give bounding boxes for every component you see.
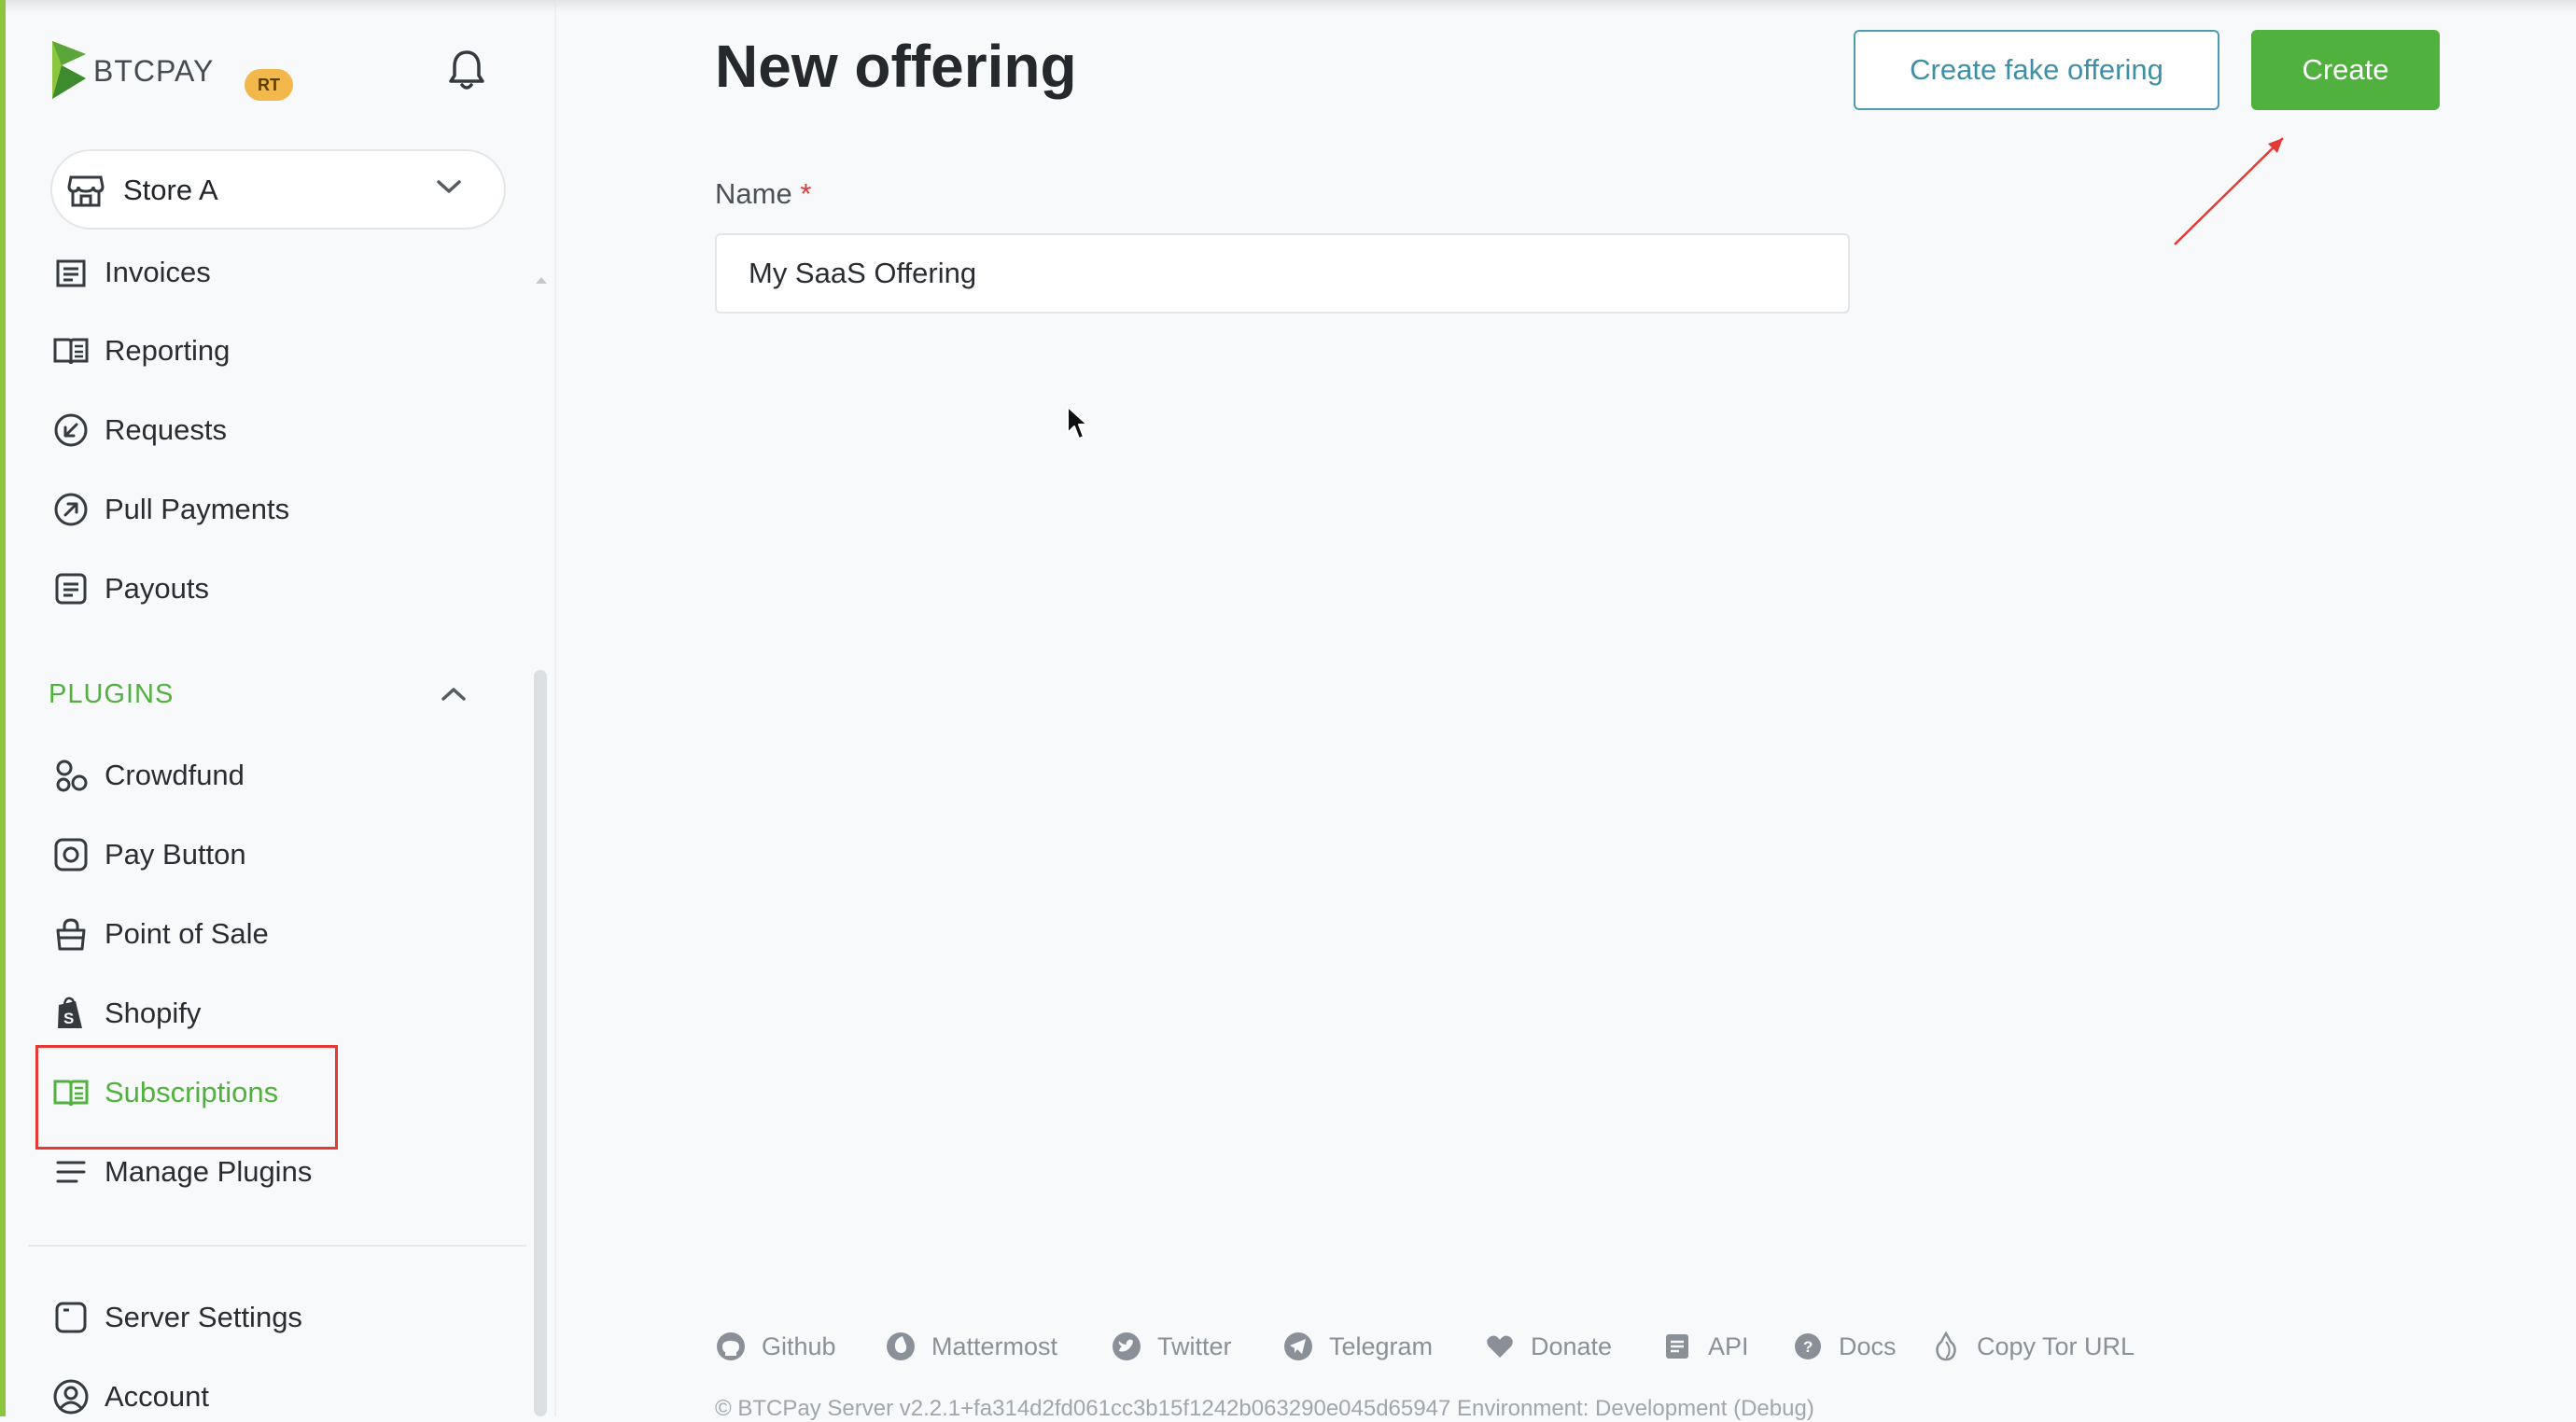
api-icon xyxy=(1666,1334,1688,1359)
create-fake-offering-button[interactable]: Create fake offering xyxy=(1854,30,2219,110)
arrow-out-circle-icon xyxy=(54,493,88,526)
scroll-up-arrow-icon[interactable] xyxy=(534,274,549,286)
sidebar: BTCPAY RT Store A Invoices Reporting Req… xyxy=(0,0,556,1416)
sidebar-item-label: Point of Sale xyxy=(105,917,269,950)
required-asterisk: * xyxy=(800,177,812,210)
sidebar-item-label: Shopify xyxy=(105,997,202,1029)
footer-version-info: © BTCPay Server v2.2.1+fa314d2fd061cc3b1… xyxy=(715,1396,1814,1421)
svg-text:?: ? xyxy=(1803,1338,1813,1356)
account-icon xyxy=(53,1379,89,1415)
sidebar-item-manage-plugins[interactable]: Manage Plugins xyxy=(52,1144,444,1196)
pay-button-icon xyxy=(54,838,88,871)
sidebar-item-label: Reporting xyxy=(105,334,231,367)
subscriptions-highlight-box xyxy=(35,1045,338,1150)
telegram-icon xyxy=(1284,1332,1312,1360)
sidebar-accent-bar xyxy=(0,0,6,1416)
footer-link-label: API xyxy=(1708,1332,1749,1360)
twitter-icon xyxy=(1113,1332,1141,1360)
footer-link-label: Copy Tor URL xyxy=(1977,1332,2135,1360)
name-field-label: Name * xyxy=(715,177,811,211)
name-label-text: Name xyxy=(715,177,792,210)
footer-link-label: Github xyxy=(762,1332,836,1360)
logo-text: BTCPAY xyxy=(93,54,215,88)
plugins-section-header: PLUGINS xyxy=(49,679,175,709)
arrow-in-circle-icon xyxy=(54,413,88,447)
sidebar-item-requests[interactable]: Requests xyxy=(52,402,444,454)
top-shadow xyxy=(0,0,2576,13)
onion-icon xyxy=(1936,1331,1956,1361)
sidebar-item-pay-button[interactable]: Pay Button xyxy=(52,827,444,879)
mouse-cursor-icon xyxy=(1067,406,1088,439)
sidebar-item-reporting[interactable]: Reporting xyxy=(52,323,444,375)
sidebar-item-server-settings[interactable]: Server Settings xyxy=(52,1290,444,1342)
sidebar-item-label: Requests xyxy=(105,413,227,446)
sidebar-scrollbar[interactable] xyxy=(534,670,547,1416)
sidebar-item-label: Crowdfund xyxy=(105,759,245,791)
invoice-icon xyxy=(56,259,86,287)
docs-icon: ? xyxy=(1795,1333,1821,1359)
store-icon xyxy=(67,175,105,207)
footer-link-label: Twitter xyxy=(1157,1332,1232,1360)
sidebar-item-label: Server Settings xyxy=(105,1301,302,1333)
rt-badge: RT xyxy=(245,69,293,101)
server-icon xyxy=(55,1302,87,1333)
sidebar-item-account[interactable]: Account xyxy=(52,1369,444,1421)
crowdfund-icon xyxy=(56,760,88,792)
github-icon xyxy=(717,1332,745,1360)
sidebar-item-shopify[interactable]: S Shopify xyxy=(52,985,444,1038)
menu-icon xyxy=(56,1161,86,1183)
sidebar-item-label: Invoices xyxy=(105,256,211,288)
footer-link-label: Docs xyxy=(1839,1332,1897,1360)
sidebar-item-label: Pull Payments xyxy=(105,493,290,525)
chevron-up-icon[interactable] xyxy=(439,685,469,704)
sidebar-item-label: Pay Button xyxy=(105,838,246,871)
sidebar-item-label: Manage Plugins xyxy=(105,1155,313,1188)
footer-link-label: Telegram xyxy=(1329,1332,1434,1360)
sidebar-item-crowdfund[interactable]: Crowdfund xyxy=(52,747,444,800)
sidebar-item-label: Payouts xyxy=(105,572,210,605)
store-name: Store A xyxy=(123,174,218,206)
btcpay-logo-icon xyxy=(52,41,86,99)
sidebar-item-label: Account xyxy=(105,1380,210,1413)
sidebar-divider xyxy=(28,1245,526,1247)
create-button[interactable]: Create xyxy=(2251,30,2440,110)
notifications-bell-icon[interactable] xyxy=(446,49,487,91)
footer-link-label: Donate xyxy=(1531,1332,1613,1360)
footer-link-label: Mattermost xyxy=(931,1332,1058,1360)
store-selector[interactable]: Store A xyxy=(50,149,506,230)
page-title: New offering xyxy=(715,33,1077,100)
document-icon xyxy=(55,573,87,605)
sidebar-item-payouts[interactable]: Payouts xyxy=(52,561,444,613)
sidebar-item-invoices[interactable]: Invoices xyxy=(52,244,444,297)
book-icon xyxy=(53,338,89,365)
shopify-icon: S xyxy=(58,997,82,1028)
heart-icon xyxy=(1487,1335,1513,1358)
sidebar-item-point-of-sale[interactable]: Point of Sale xyxy=(52,906,444,958)
annotation-arrow xyxy=(2174,137,2284,245)
name-input[interactable] xyxy=(715,233,1850,314)
mattermost-icon xyxy=(887,1332,915,1360)
sidebar-item-pull-payments[interactable]: Pull Payments xyxy=(52,481,444,534)
svg-text:S: S xyxy=(63,1010,74,1027)
btcpay-logo[interactable]: BTCPAY RT xyxy=(49,37,293,105)
chevron-down-icon xyxy=(437,180,461,193)
shopping-bag-icon xyxy=(56,918,86,951)
